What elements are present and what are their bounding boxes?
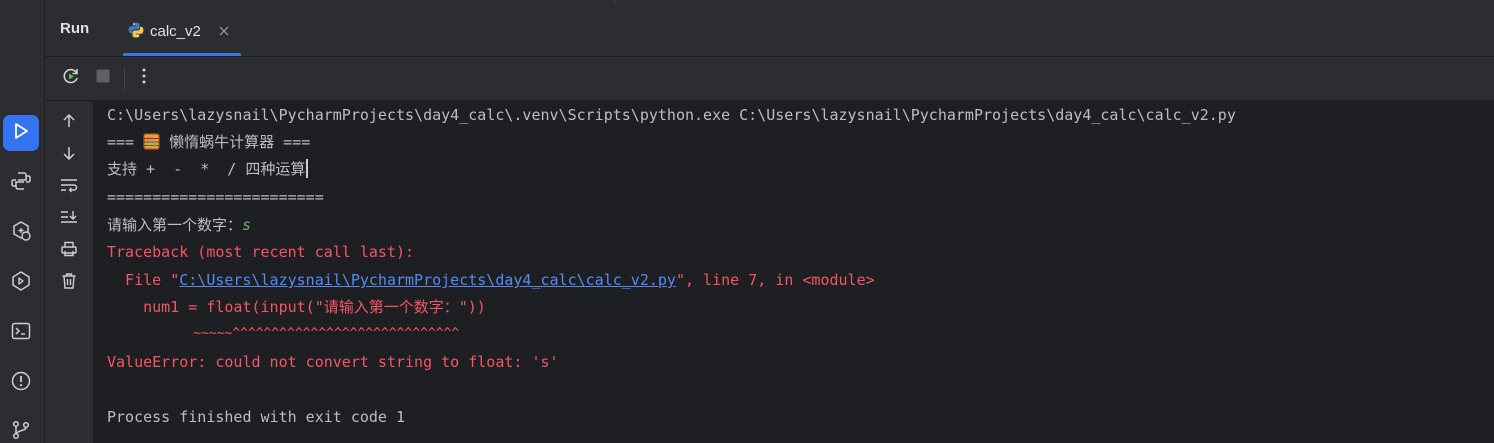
stop-icon bbox=[95, 68, 111, 88]
clear-all-button[interactable] bbox=[57, 271, 81, 295]
pycharm-run-window: Run calc_v2 C:\Users\lazysnail\PycharmPr… bbox=[0, 0, 1494, 443]
git-icon bbox=[10, 419, 32, 443]
activity-bar bbox=[0, 0, 45, 443]
traceback-header: Traceback (most recent call last): bbox=[107, 243, 415, 261]
close-icon[interactable] bbox=[217, 24, 231, 38]
python-packages-icon bbox=[10, 170, 32, 196]
exit-status-line: Process finished with exit code 1 bbox=[107, 408, 406, 426]
tool-window-title: Run bbox=[60, 20, 90, 37]
more-vertical-icon bbox=[141, 67, 147, 89]
banner-right: 懒惰蜗牛计算器 === bbox=[160, 133, 311, 151]
toolbar-separator bbox=[124, 68, 125, 90]
traceback-marker-line: ~~~~~^^^^^^^^^^^^^^^^^^^^^^^^^^^^^ bbox=[107, 326, 460, 341]
python-console-tool-button[interactable] bbox=[3, 265, 39, 301]
file-prefix: File " bbox=[107, 271, 180, 289]
run-tool-window-header: Run calc_v2 bbox=[45, 0, 1494, 57]
header-divider bbox=[615, 0, 742, 3]
problems-icon bbox=[10, 370, 32, 396]
text-caret bbox=[306, 159, 309, 178]
print-icon bbox=[60, 240, 78, 262]
python-file-icon bbox=[127, 21, 145, 43]
python-packages-tool-button[interactable] bbox=[3, 165, 39, 201]
run-tool-button[interactable] bbox=[3, 115, 39, 151]
rerun-icon bbox=[61, 66, 81, 90]
file-path-link[interactable]: C:\Users\lazysnail\PycharmProjects\day4_… bbox=[179, 271, 676, 289]
input-prompt-line: 请输入第一个数字：s bbox=[107, 215, 251, 235]
terminal-icon bbox=[10, 320, 32, 346]
services-icon bbox=[10, 220, 32, 246]
traceback-file-line: File "C:\Users\lazysnail\PycharmProjects… bbox=[107, 270, 875, 290]
divider-line: ======================== bbox=[107, 188, 324, 206]
python-console-icon bbox=[10, 270, 32, 296]
arrow-down-icon bbox=[61, 145, 77, 165]
problems-tool-button[interactable] bbox=[3, 365, 39, 401]
operations-line: 支持 + - * / 四种运算 bbox=[107, 159, 309, 179]
active-tab-indicator bbox=[123, 53, 241, 56]
next-occurrence-button[interactable] bbox=[57, 143, 81, 167]
user-input-value: s bbox=[242, 216, 252, 234]
scroll-to-end-icon bbox=[60, 209, 78, 229]
run-icon bbox=[11, 121, 31, 145]
more-options-button[interactable] bbox=[132, 66, 156, 90]
banner-line: === 懒惰蜗牛计算器 === bbox=[107, 132, 310, 152]
rerun-button[interactable] bbox=[59, 66, 83, 90]
banner-left: === bbox=[107, 133, 144, 151]
git-tool-button[interactable] bbox=[3, 414, 39, 443]
soft-wrap-icon bbox=[60, 177, 78, 197]
abacus-icon bbox=[143, 133, 160, 155]
error-message: ValueError: could not convert string to … bbox=[107, 353, 559, 371]
arrow-up-icon bbox=[61, 113, 77, 133]
stop-button[interactable] bbox=[91, 66, 115, 90]
tab-label: calc_v2 bbox=[150, 23, 201, 40]
terminal-tool-button[interactable] bbox=[3, 315, 39, 351]
soft-wrap-button[interactable] bbox=[57, 175, 81, 199]
tab-calc-v2[interactable]: calc_v2 bbox=[123, 12, 241, 56]
file-suffix: ", line 7, in <module> bbox=[675, 271, 875, 289]
console-output[interactable]: C:\Users\lazysnail\PycharmProjects\day4_… bbox=[94, 101, 1494, 443]
operations-text: 支持 + - * / 四种运算 bbox=[107, 160, 306, 178]
trash-icon bbox=[61, 272, 77, 294]
command-line: C:\Users\lazysnail\PycharmProjects\day4_… bbox=[107, 106, 1236, 124]
input-prompt: 请输入第一个数字： bbox=[107, 216, 243, 234]
traceback-code-line: num1 = float(input("请输入第一个数字：")) bbox=[107, 298, 486, 316]
services-tool-button[interactable] bbox=[3, 215, 39, 251]
previous-occurrence-button[interactable] bbox=[57, 111, 81, 135]
scroll-to-end-button[interactable] bbox=[57, 207, 81, 231]
console-side-toolbar bbox=[45, 101, 94, 443]
print-button[interactable] bbox=[57, 239, 81, 263]
run-toolbar bbox=[45, 57, 1494, 101]
